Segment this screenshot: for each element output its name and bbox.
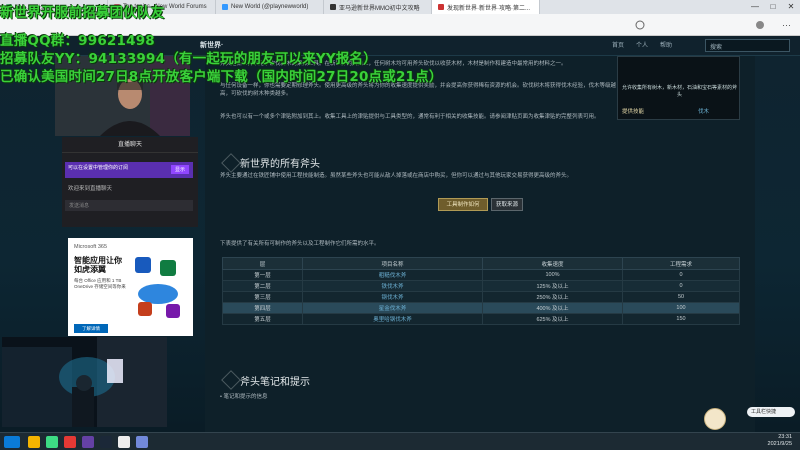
table-row: 第二层 铁伐木斧 125% 及以上 0: [222, 280, 740, 292]
helper-button[interactable]: 工具栏快捷: [747, 407, 795, 417]
learn-more-button[interactable]: 了解详情: [74, 324, 108, 333]
table-row: 第三层 钢伐木斧 250% 及以上 50: [222, 291, 740, 303]
chat-message: 欢迎来到直播聊天: [68, 186, 113, 192]
section-title: 斧头笔记和提示: [240, 377, 310, 388]
table-header-row: 层 项目名称 收集速度 工程需求: [222, 257, 740, 270]
overlay-line: 新世界开服前招募团伙队友: [0, 5, 165, 21]
speed-cell: 100%: [482, 269, 623, 281]
source-button[interactable]: 获取来源: [491, 198, 523, 211]
mascot-icon[interactable]: [704, 408, 726, 430]
browser-tab-active[interactable]: 发现新世界·新世界·攻略·第二...: [432, 0, 540, 14]
site-nav: 首页 个人 帮助: [612, 40, 672, 49]
app-icons: [135, 257, 180, 318]
tier-cell: 第一层: [222, 269, 303, 281]
minimize-button[interactable]: —: [746, 0, 764, 14]
nav-profile[interactable]: 个人: [636, 40, 648, 49]
section-title: 新世界的所有斧头: [240, 159, 320, 170]
axe-table: 层 项目名称 收集速度 工程需求 第一层 粗糙伐木斧 100% 0 第二层 铁伐…: [222, 257, 740, 325]
app-icon[interactable]: [64, 436, 76, 448]
explorer-icon[interactable]: [28, 436, 40, 448]
speed-cell: 400% 及以上: [482, 302, 623, 314]
crafting-guide-button[interactable]: 工具制作如何: [438, 198, 488, 211]
speed-cell: 625% 及以上: [482, 313, 623, 325]
tier-cell: 第四层: [222, 302, 303, 314]
subscription-notice: 可以在设置中管理你的订阅 显示: [65, 162, 193, 178]
ad-description: 每台 Office 应用和 1 TB OneDrive 存储空间等你来: [74, 278, 126, 289]
steam-icon[interactable]: [100, 436, 112, 448]
window-controls: — □ ✕: [746, 0, 800, 14]
avatar-icon[interactable]: [756, 21, 764, 29]
item-link[interactable]: 铁伐木斧: [302, 280, 483, 292]
advertisement[interactable]: Microsoft 365 智能应用让你如虎添翼 每台 Office 应用和 1…: [68, 238, 193, 336]
app-icon[interactable]: [136, 436, 148, 448]
close-button[interactable]: ✕: [782, 0, 800, 14]
tier-cell: 第三层: [222, 291, 303, 303]
table-row: 第五层 奥里哈钢伐木斧 625% 及以上 150: [222, 313, 740, 325]
table-row: 第一层 粗糙伐木斧 100% 0: [222, 269, 740, 281]
favicon-icon: [438, 4, 444, 10]
info-label: 提供技能: [622, 109, 645, 115]
requirement-cell: 0: [622, 269, 740, 281]
table-caption: 下表提供了有关所有可制作的斧头以及工程制作它们所需的水平。: [220, 241, 380, 247]
more-icon[interactable]: ⋯: [782, 20, 791, 30]
overlay-line: 直播QQ群：99621498: [0, 33, 155, 49]
browser-tab[interactable]: New World (@playnewworld): [216, 0, 324, 14]
start-icon[interactable]: [4, 436, 20, 448]
column-header: 收集速度: [482, 257, 623, 270]
profile-icon[interactable]: [635, 20, 645, 30]
browser-tab[interactable]: 亚马逊新世界MMO初中文攻略: [324, 0, 432, 14]
maximize-button[interactable]: □: [764, 0, 782, 14]
ad-brand: Microsoft 365: [74, 244, 108, 250]
favicon-icon: [222, 4, 228, 10]
item-info-box: 允许收集所有树木，新木材，石油和宝石等素材的斧头 提供技能 伐木: [617, 56, 740, 120]
requirement-cell: 0: [622, 280, 740, 292]
item-link[interactable]: 奥里哈钢伐木斧: [302, 313, 483, 325]
table-row: 第四层 星金伐木斧 400% 及以上 100: [222, 302, 740, 314]
item-link[interactable]: 钢伐木斧: [302, 291, 483, 303]
tier-cell: 第五层: [222, 313, 303, 325]
favicon-icon: [330, 4, 336, 10]
taskbar: 23:31 2021/9/25: [0, 432, 800, 450]
requirement-cell: 150: [622, 313, 740, 325]
info-value[interactable]: 伐木: [698, 107, 709, 115]
column-header: 工程需求: [622, 257, 740, 270]
ad-title: 智能应用让你如虎添翼: [74, 256, 122, 274]
chat-header: 直播聊天: [62, 137, 198, 153]
game-camera: [2, 337, 167, 427]
app-icon[interactable]: [46, 436, 58, 448]
chat-input[interactable]: 发送消息: [65, 200, 193, 211]
app-icon[interactable]: [82, 436, 94, 448]
nav-help[interactable]: 帮助: [660, 40, 672, 49]
chrome-icon[interactable]: [118, 436, 130, 448]
search-input[interactable]: 搜索: [705, 39, 790, 52]
section-description: 斧头主要通过在铁匠铺中使用工程技能制造。虽然某些斧头也可能从敌人掉落或在商店中购…: [220, 173, 573, 179]
overlay-line: 招募队友YY：94133994（有一起玩的朋友可以来YY报名）: [0, 51, 377, 67]
speed-cell: 125% 及以上: [482, 280, 623, 292]
overlay-line: 已确认美国时间27日8点开放客户端下载（国内时间27日20点或21点）: [0, 69, 443, 85]
article-paragraph: 斧头也可以有一个或多个津贴附加到其上。收集工具上的津贴提供与工具类型的，通常有利…: [220, 114, 600, 120]
column-header: 层: [222, 257, 303, 270]
requirement-cell: 100: [622, 302, 740, 314]
chat-panel: 直播聊天 可以在设置中管理你的订阅 显示 欢迎来到直播聊天 发送消息: [62, 137, 198, 227]
game-scene-image: [2, 337, 167, 427]
tier-cell: 第二层: [222, 280, 303, 292]
item-link[interactable]: 星金伐木斧: [302, 302, 483, 314]
requirement-cell: 50: [622, 291, 740, 303]
system-clock: 23:31 2021/9/25: [767, 434, 792, 447]
item-link[interactable]: 粗糙伐木斧: [302, 269, 483, 281]
notes-item: • 笔记和提示的信息: [220, 394, 268, 400]
column-header: 项目名称: [302, 257, 483, 270]
show-button[interactable]: 显示: [170, 165, 189, 174]
speed-cell: 250% 及以上: [482, 291, 623, 303]
nav-home[interactable]: 首页: [612, 40, 624, 49]
info-caption: 允许收集所有树木，新木材，石油和宝石等素材的斧头: [622, 85, 738, 98]
